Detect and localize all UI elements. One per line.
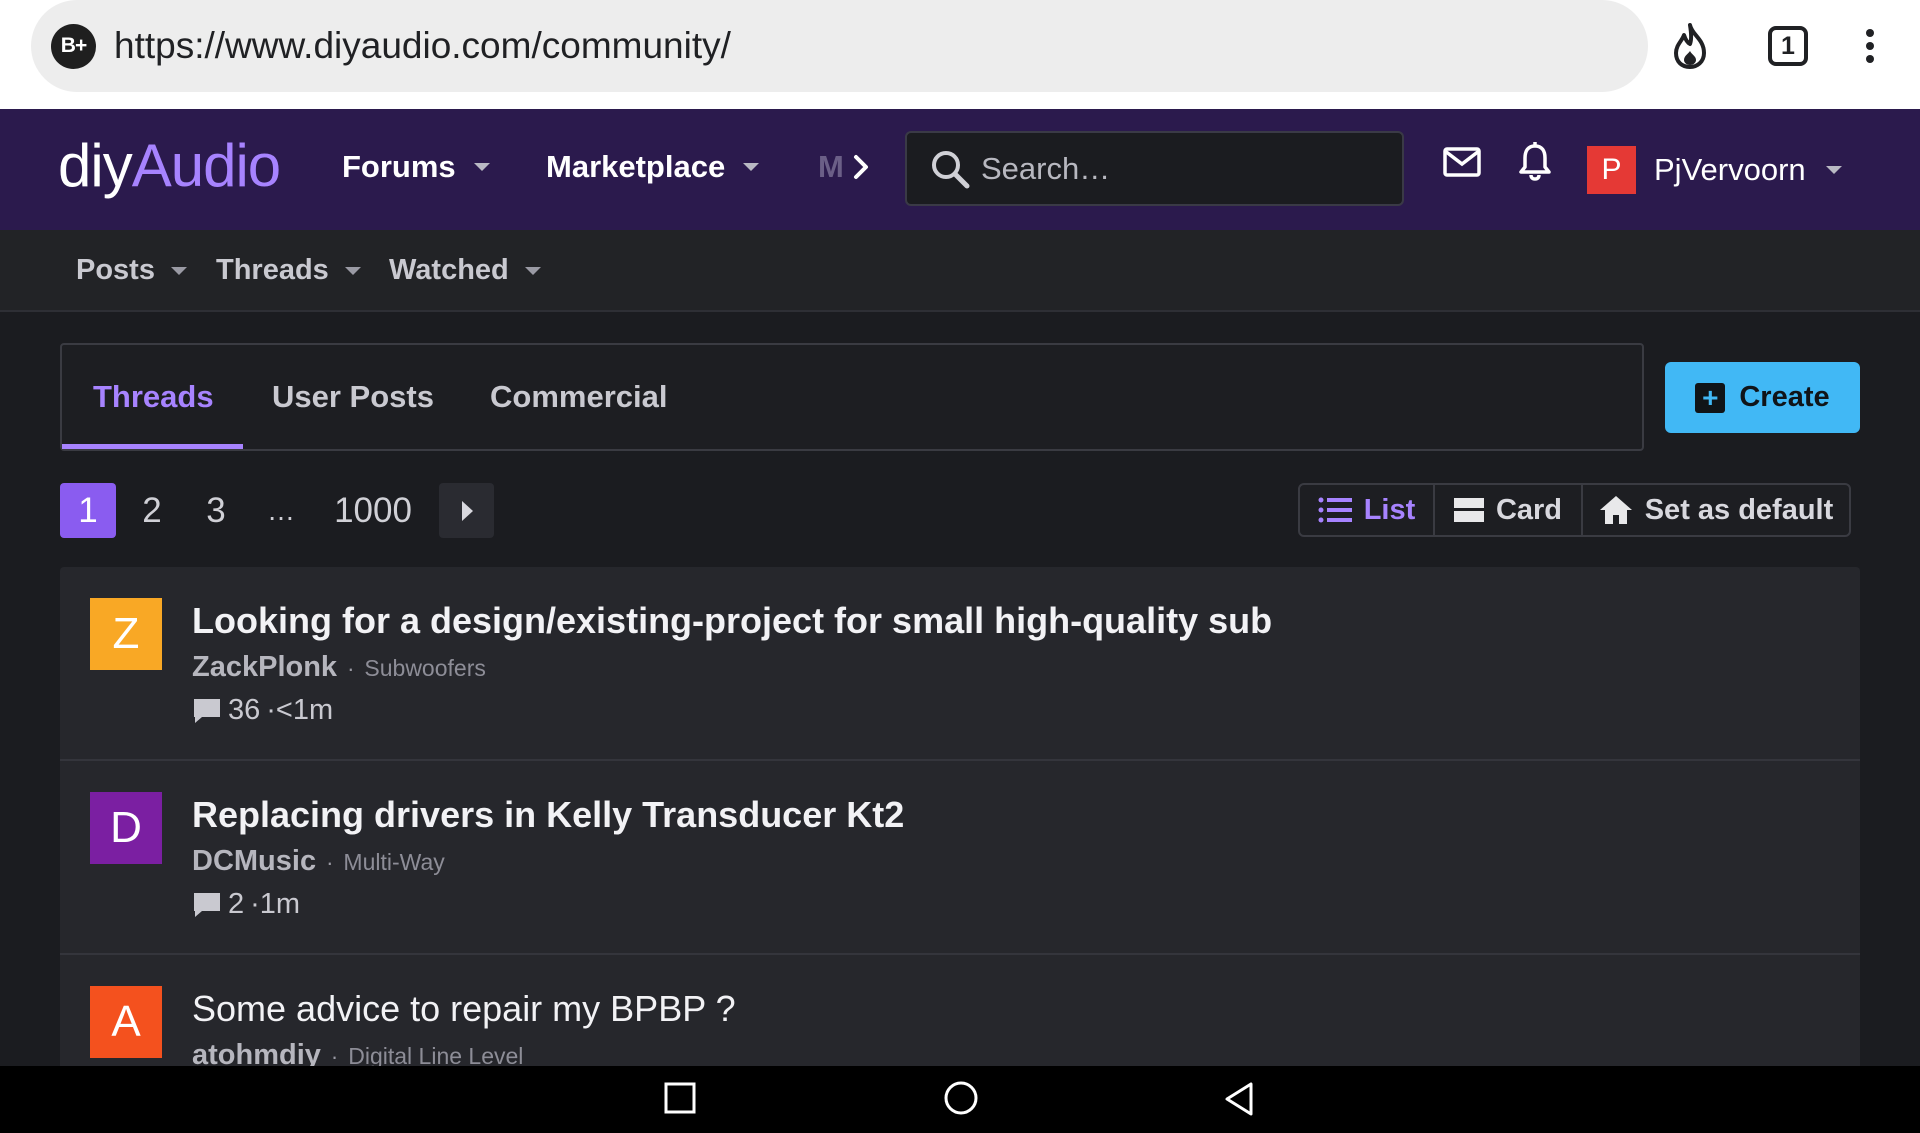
page-ellipsis[interactable]: …	[266, 483, 296, 538]
avatar[interactable]: A	[90, 986, 162, 1058]
page-2-button[interactable]: 2	[137, 483, 167, 538]
nav-overflow-item[interactable]: M	[818, 149, 844, 185]
thread-title[interactable]: Replacing drivers in Kelly Transducer Kt…	[192, 794, 904, 836]
browser-actions: 1	[1664, 20, 1920, 72]
search-input[interactable]	[981, 150, 1381, 187]
thread-title[interactable]: Some advice to repair my BPBP ?	[192, 988, 736, 1030]
nav-marketplace-label: Marketplace	[546, 149, 726, 184]
flame-icon[interactable]	[1664, 23, 1716, 69]
caret-right-icon	[460, 500, 474, 522]
thread-meta: atohmdiy · Digital Line Level	[192, 1039, 523, 1067]
system-navigation-bar	[0, 1066, 1920, 1133]
user-menu[interactable]: P PjVervoorn	[1587, 146, 1842, 194]
thread-item[interactable]: Z Looking for a design/existing-project …	[60, 567, 1860, 761]
thread-item[interactable]: A Some advice to repair my BPBP ? atohmd…	[60, 955, 1860, 1067]
avatar[interactable]: Z	[90, 598, 162, 670]
set-default-button[interactable]: Set as default	[1581, 485, 1849, 535]
view-toggle-group: List Card Set as default	[1298, 483, 1851, 537]
page-last-button[interactable]: 1000	[330, 483, 416, 538]
reply-count: 36	[228, 694, 261, 726]
separator-dot: ·	[330, 1044, 339, 1067]
chevron-down-icon	[524, 266, 541, 275]
list-icon	[1318, 496, 1352, 524]
avatar[interactable]: D	[90, 792, 162, 864]
tab-threads[interactable]: Threads	[93, 379, 214, 415]
thread-forum[interactable]: Subwoofers	[364, 655, 485, 682]
search-icon	[929, 148, 971, 190]
sub-nav-watched-label: Watched	[389, 254, 509, 286]
url-text[interactable]: https://www.diyaudio.com/community/	[114, 25, 731, 67]
logo-text-diy: diy	[58, 132, 133, 199]
address-bar[interactable]: B+ https://www.diyaudio.com/community/	[31, 0, 1648, 92]
separator-dot: ·	[347, 656, 355, 681]
active-tab-indicator	[62, 444, 243, 449]
view-card-label: Card	[1495, 493, 1563, 526]
card-icon	[1453, 498, 1484, 522]
user-name: PjVervoorn	[1654, 152, 1806, 187]
nav-forums-label: Forums	[342, 149, 456, 184]
thread-list: Z Looking for a design/existing-project …	[60, 567, 1860, 1067]
view-card-button[interactable]: Card	[1433, 485, 1581, 535]
nav-marketplace[interactable]: Marketplace	[546, 149, 760, 185]
more-options-icon[interactable]	[1850, 29, 1890, 63]
view-list-button[interactable]: List	[1300, 485, 1433, 535]
thread-item[interactable]: D Replacing drivers in Kelly Transducer …	[60, 761, 1860, 955]
nav-forums[interactable]: Forums	[342, 149, 490, 185]
comment-icon	[192, 697, 228, 725]
thread-author[interactable]: DCMusic	[192, 845, 316, 878]
page-1-button[interactable]: 1	[60, 483, 116, 538]
back-icon[interactable]	[1224, 1081, 1254, 1122]
chevron-down-icon	[743, 163, 760, 171]
chevron-down-icon	[1825, 166, 1842, 174]
sub-nav-posts[interactable]: Posts	[76, 254, 187, 287]
thread-meta: DCMusic · Multi-Way	[192, 845, 445, 878]
thread-author[interactable]: ZackPlonk	[192, 651, 337, 684]
site-header: diyAudio Forums Marketplace M Search… P …	[0, 109, 1920, 230]
tab-commercial[interactable]: Commercial	[490, 379, 667, 415]
view-list-label: List	[1363, 493, 1416, 526]
search-box[interactable]	[905, 131, 1404, 206]
bell-icon[interactable]	[1518, 141, 1552, 186]
thread-author[interactable]: atohmdiy	[192, 1039, 321, 1067]
site-info-icon[interactable]: B+	[51, 23, 96, 69]
browser-toolbar: B+ https://www.diyaudio.com/community/ 1	[0, 0, 1920, 109]
separator-dot: ·	[326, 850, 334, 875]
recent-apps-icon[interactable]	[664, 1082, 696, 1119]
chevron-down-icon	[170, 266, 187, 275]
chevron-down-icon	[344, 266, 361, 275]
next-page-button[interactable]	[439, 483, 494, 538]
chevron-right-icon[interactable]	[848, 143, 876, 196]
set-default-label: Set as default	[1644, 493, 1834, 526]
reply-count: 2	[228, 888, 245, 920]
thread-title[interactable]: Looking for a design/existing-project fo…	[192, 600, 1272, 642]
tab-user-posts[interactable]: User Posts	[272, 379, 434, 415]
thread-forum[interactable]: Multi-Way	[343, 849, 444, 876]
mail-icon[interactable]	[1443, 147, 1481, 182]
plus-icon: +	[1695, 382, 1726, 413]
home-icon	[1599, 495, 1633, 525]
page-3-button[interactable]: 3	[201, 483, 231, 538]
sub-nav-posts-label: Posts	[76, 254, 155, 286]
comment-icon	[192, 891, 228, 919]
home-button-icon[interactable]	[943, 1080, 979, 1121]
sub-navigation: Posts Threads Watched	[0, 230, 1920, 312]
site-logo[interactable]: diyAudio	[58, 131, 281, 200]
sub-nav-watched[interactable]: Watched	[389, 254, 541, 287]
chevron-down-icon	[473, 163, 490, 171]
create-button[interactable]: + Create	[1665, 362, 1860, 433]
logo-text-audio: Audio	[131, 132, 281, 199]
tab-switcher-button[interactable]: 1	[1768, 26, 1808, 66]
sub-nav-threads-label: Threads	[216, 254, 329, 286]
thread-stats: 2 ·1m	[192, 888, 300, 921]
sub-nav-threads[interactable]: Threads	[216, 254, 361, 287]
thread-meta: ZackPlonk · Subwoofers	[192, 651, 486, 684]
content-tabs: Threads User Posts Commercial	[60, 343, 1644, 451]
thread-stats: 36 ·<1m	[192, 694, 333, 727]
avatar: P	[1587, 146, 1636, 194]
last-activity: ·<1m	[266, 694, 334, 726]
thread-forum[interactable]: Digital Line Level	[348, 1043, 523, 1067]
create-button-label: Create	[1739, 381, 1830, 413]
last-activity: ·1m	[250, 888, 301, 920]
